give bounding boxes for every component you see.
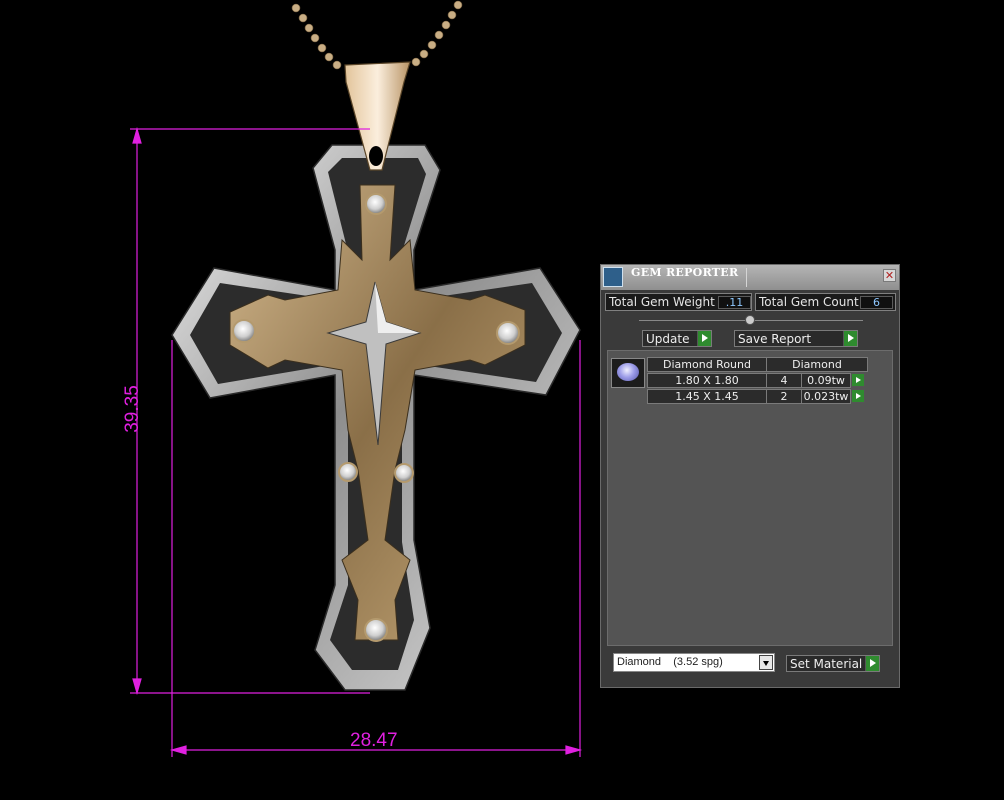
header-shape: Diamond Round [647, 357, 767, 372]
row-go-button[interactable] [851, 373, 865, 387]
diamond-gem-icon[interactable] [611, 358, 645, 388]
panel-titlebar[interactable]: GEM REPORTER ✕ [601, 265, 899, 290]
update-label: Update [646, 332, 690, 346]
close-icon[interactable]: ✕ [883, 269, 896, 282]
material-select-value: Diamond (3.52 spg) [617, 656, 723, 668]
gem-list[interactable]: Diamond Round Diamond 1.80 X 1.80 4 0.09… [607, 350, 893, 646]
row-count: 2 [766, 389, 802, 404]
save-report-button[interactable]: Save Report [734, 330, 858, 347]
total-gem-weight-field: Total Gem Weight .11 [605, 293, 752, 311]
play-icon [843, 331, 857, 346]
update-button[interactable]: Update [642, 330, 712, 347]
row-count: 4 [766, 373, 802, 388]
total-gem-weight-label: Total Gem Weight [609, 295, 715, 309]
total-gem-weight-value: .11 [718, 296, 751, 309]
row-go-button[interactable] [851, 389, 865, 403]
height-dimension-label: 39.35 [122, 385, 143, 433]
play-icon [697, 331, 711, 346]
play-icon [865, 656, 879, 671]
panel-splitter-handle[interactable] [745, 315, 755, 325]
total-gem-count-label: Total Gem Count [759, 295, 859, 309]
set-material-button[interactable]: Set Material [786, 655, 880, 672]
titlebar-divider [746, 268, 747, 287]
gem-reporter-panel: GEM REPORTER ✕ Total Gem Weight .11 Tota… [600, 264, 900, 688]
set-material-label: Set Material [790, 657, 863, 671]
row-size: 1.80 X 1.80 [647, 373, 767, 388]
total-gem-count-field: Total Gem Count 6 [755, 293, 896, 311]
gem-reporter-icon [603, 267, 623, 287]
total-gem-count-value: 6 [860, 296, 893, 309]
save-report-label: Save Report [738, 332, 812, 346]
row-weight: 0.09tw [801, 373, 851, 388]
row-weight: 0.023tw [801, 389, 851, 404]
width-dimension-label: 28.47 [350, 730, 398, 751]
header-material: Diamond [766, 357, 868, 372]
panel-title: GEM REPORTER [631, 266, 739, 279]
material-select[interactable]: Diamond (3.52 spg) [613, 653, 775, 672]
row-size: 1.45 X 1.45 [647, 389, 767, 404]
chevron-down-icon[interactable] [759, 655, 773, 670]
